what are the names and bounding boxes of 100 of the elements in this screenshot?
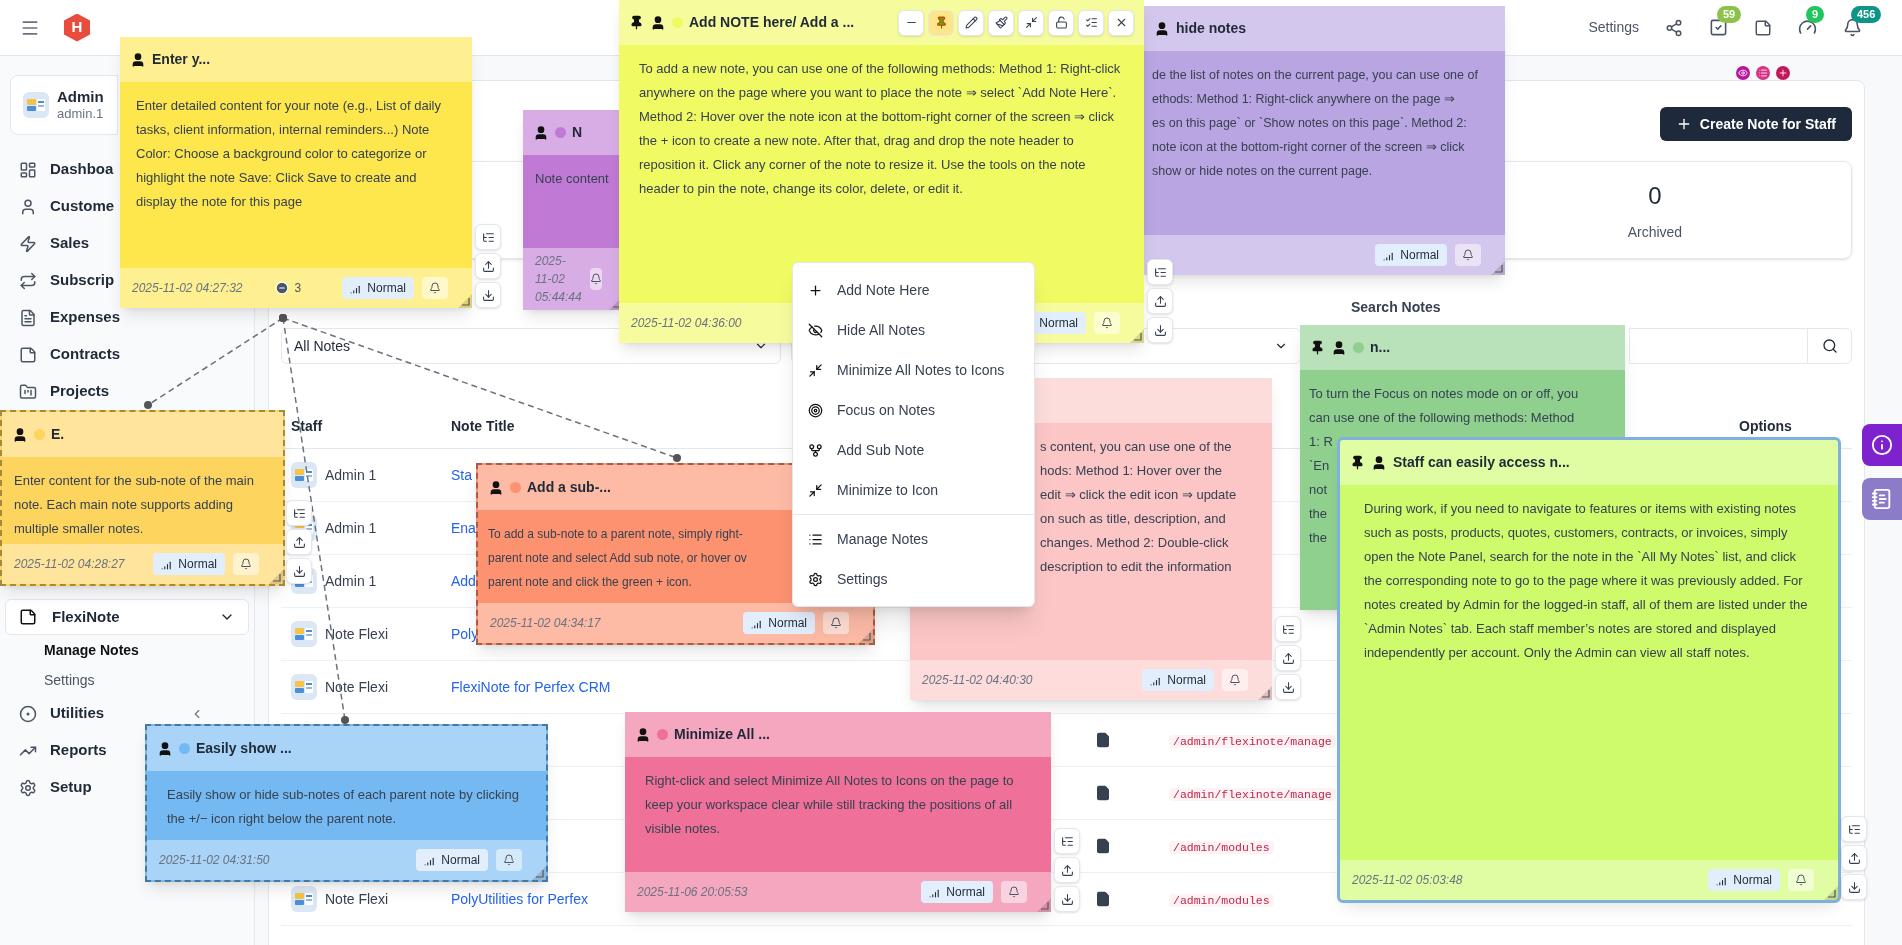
search-field[interactable] (1629, 328, 1852, 364)
sidebar-item[interactable]: Reports (19, 739, 107, 762)
note-header[interactable]: Staff can easily access n... (1340, 440, 1838, 485)
resize-handle-icon[interactable] (458, 294, 472, 308)
plus-icon[interactable] (1776, 66, 1790, 80)
bell-button[interactable] (422, 277, 448, 299)
checklist-button[interactable] (1078, 9, 1104, 36)
sidebar-subitem[interactable]: Manage Notes (44, 639, 139, 661)
bell-button[interactable] (1001, 881, 1027, 903)
resize-handle-icon[interactable] (1824, 886, 1838, 900)
download-button[interactable] (1054, 886, 1080, 912)
list-icon[interactable] (1756, 66, 1770, 80)
menu-item[interactable]: Settings (793, 559, 1034, 599)
sidebar-item[interactable]: Sales (19, 232, 90, 255)
download-button[interactable] (286, 558, 312, 584)
upload-button[interactable] (1147, 288, 1173, 314)
upload-button[interactable] (1275, 645, 1301, 671)
compress-button[interactable] (1018, 9, 1044, 36)
create-note-button[interactable]: Create Note for Staff (1659, 107, 1852, 141)
tree-button[interactable] (286, 500, 312, 526)
gauge-icon[interactable] (1798, 18, 1817, 37)
note-header[interactable]: Enter y... (120, 37, 472, 82)
download-button[interactable] (1275, 674, 1301, 700)
download-button[interactable] (1147, 317, 1173, 343)
resize-handle-icon[interactable] (1037, 898, 1051, 912)
pin-button[interactable] (928, 9, 954, 36)
upload-button[interactable] (1841, 845, 1867, 871)
bell-button[interactable] (1455, 244, 1481, 266)
note-title-link[interactable]: PolyUtilities for Perfex (451, 890, 588, 907)
info-button[interactable] (1862, 424, 1902, 466)
resize-handle-icon[interactable] (269, 570, 283, 584)
upload-button[interactable] (1054, 857, 1080, 883)
resize-handle-icon[interactable] (1491, 261, 1505, 275)
menu-item[interactable]: Add Note Here (793, 270, 1034, 310)
note-header[interactable]: Minimize All ... (625, 712, 1051, 757)
download-icon (1281, 680, 1295, 694)
note-header[interactable]: n... (1300, 325, 1625, 370)
download-icon (1060, 892, 1074, 906)
priority-badge[interactable]: Normal (153, 553, 225, 575)
settings-link[interactable]: Settings (1588, 17, 1639, 38)
bell-button[interactable] (1094, 312, 1120, 334)
edit-button[interactable] (958, 9, 984, 36)
resize-handle-icon[interactable] (532, 866, 546, 880)
sidebar-item[interactable]: Projects (19, 380, 110, 403)
note-title-link[interactable]: FlexiNote for Perfex CRM (451, 678, 611, 695)
tree-button[interactable] (1054, 828, 1080, 854)
note-header[interactable]: E. (2, 412, 283, 457)
menu-item[interactable]: Focus on Notes (793, 390, 1034, 430)
share-icon[interactable] (1665, 18, 1683, 37)
bell-button[interactable] (1788, 869, 1814, 891)
eye-icon[interactable] (1736, 66, 1750, 80)
logo[interactable]: H (64, 13, 90, 42)
note-title-link[interactable]: Sta (451, 466, 472, 483)
close-button[interactable] (1108, 9, 1134, 36)
tree-button[interactable] (475, 224, 501, 250)
note-header[interactable]: Add NOTE here/ Add a ... (619, 0, 1144, 45)
priority-badge[interactable]: Normal (743, 612, 815, 634)
priority-badge[interactable]: Normal (1375, 244, 1447, 266)
note-title-link[interactable]: Ena (451, 519, 476, 536)
note-title-link[interactable]: Add (451, 572, 476, 589)
priority-badge[interactable]: Normal (921, 881, 993, 903)
profile-card[interactable]: Admin admin.1 (10, 75, 118, 135)
download-button[interactable] (1841, 874, 1867, 900)
brush-button[interactable] (988, 9, 1014, 36)
tree-button[interactable] (1147, 259, 1173, 285)
bell-button[interactable] (589, 268, 602, 290)
priority-badge[interactable]: Normal (342, 277, 414, 299)
bell-button[interactable] (1222, 669, 1248, 691)
sidebar-item[interactable]: Custome (19, 195, 115, 218)
menu-item[interactable]: Minimize All Notes to Icons (793, 350, 1034, 390)
note-header[interactable]: Easily show ... (147, 726, 546, 771)
bell-button[interactable] (823, 612, 849, 634)
priority-badge[interactable]: Normal (1142, 669, 1214, 691)
note-header[interactable]: hide notes (1144, 6, 1505, 51)
bell-button[interactable] (496, 849, 522, 871)
sidebar-item[interactable]: Contracts (19, 343, 120, 366)
download-button[interactable] (475, 282, 501, 308)
resize-handle-icon[interactable] (859, 629, 873, 643)
checkbox-icon[interactable] (1709, 18, 1728, 37)
bell-button[interactable] (233, 553, 259, 575)
priority-badge[interactable]: Normal (416, 849, 488, 871)
priority-badge[interactable]: Normal (1708, 869, 1780, 891)
sidebar-subitem[interactable]: Settings (44, 669, 95, 691)
sidebar-item[interactable]: Expenses (19, 306, 121, 329)
upload-button[interactable] (475, 253, 501, 279)
resize-handle-icon[interactable] (1130, 329, 1144, 343)
tree-button[interactable] (1841, 816, 1867, 842)
sidebar-item[interactable]: Dashboa (19, 158, 114, 181)
sidebar-group[interactable]: FlexiNote (5, 599, 249, 635)
sidebar-item[interactable]: Setup (19, 776, 92, 799)
lock-button[interactable] (1048, 9, 1074, 36)
bell-icon[interactable] (1843, 18, 1862, 37)
resize-handle-icon[interactable] (1258, 686, 1272, 700)
upload-button[interactable] (286, 529, 312, 555)
sidebar-item[interactable]: Subscrip (19, 269, 115, 292)
notes-panel-button[interactable] (1862, 478, 1902, 520)
sidebar-item[interactable]: Utilities (19, 702, 105, 725)
tree-button[interactable] (1275, 616, 1301, 642)
note-icon[interactable] (1754, 18, 1772, 37)
menu-item[interactable]: Manage Notes (793, 519, 1034, 559)
